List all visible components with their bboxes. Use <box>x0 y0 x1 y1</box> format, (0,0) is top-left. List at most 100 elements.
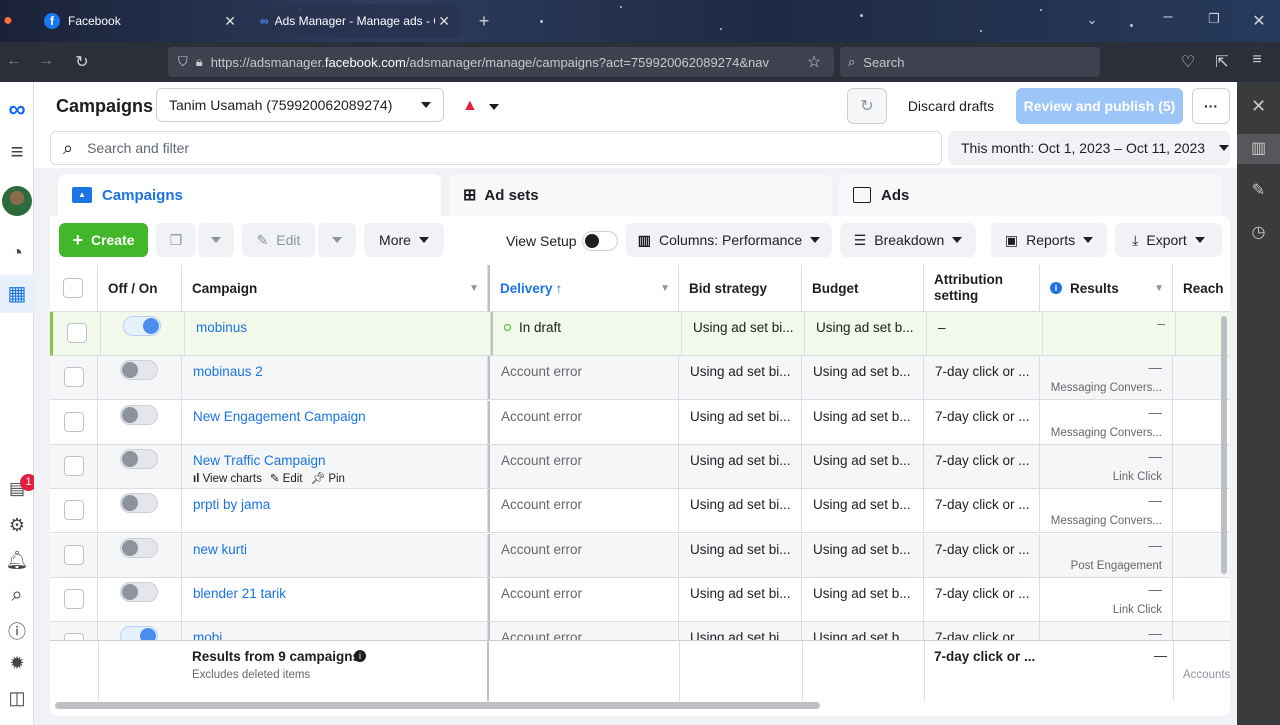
menu-icon[interactable]: ≡ <box>1245 51 1269 69</box>
table-row[interactable]: New Traffic Campaign ıl View charts ✎ Edit… <box>50 444 1230 489</box>
campaign-name-link[interactable]: blender 21 tarik <box>193 586 286 601</box>
lock-icon[interactable]: 🔒︎ <box>196 54 203 70</box>
row-checkbox[interactable] <box>64 455 84 476</box>
discard-drafts-button[interactable]: Discard drafts <box>895 88 1007 124</box>
meta-logo-icon[interactable]: ∞ <box>0 96 34 124</box>
create-button[interactable]: + Create <box>59 223 148 257</box>
chevron-down-icon[interactable]: ⌄ <box>1080 12 1104 28</box>
campaign-toggle[interactable] <box>120 626 158 640</box>
columns-button[interactable]: ▥ Columns: Performance <box>626 223 832 257</box>
header-select-all[interactable] <box>50 265 98 312</box>
tab-campaigns[interactable]: ▲ Campaigns <box>58 174 441 216</box>
minimize-icon[interactable]: – <box>1156 8 1180 26</box>
info-icon[interactable]: i <box>354 650 366 662</box>
table-row[interactable]: mobi Account error Using ad set bi... Using… <box>50 622 1230 640</box>
duplicate-button[interactable]: ❐ <box>156 223 196 257</box>
column-header-attribution[interactable]: Attribution setting <box>924 265 1040 312</box>
column-header-delivery[interactable]: Delivery ↑ ▼ <box>488 265 679 312</box>
tab-ads[interactable]: Ads <box>839 174 1222 216</box>
tab-ad-sets[interactable]: ⊞ Ad sets <box>449 174 832 216</box>
campaign-toggle[interactable] <box>120 448 158 469</box>
campaign-toggle[interactable] <box>120 360 158 381</box>
side-panel-icon[interactable]: ◫ <box>0 688 34 709</box>
settings-gear-icon[interactable]: ⚙ <box>0 515 34 536</box>
chevron-down-icon[interactable] <box>489 104 499 110</box>
pocket-icon[interactable]: ♡ <box>1176 52 1200 72</box>
table-row[interactable]: mobinaus 2 Account error Using ad set bi..… <box>50 356 1230 401</box>
extensions-icon[interactable]: ⇱ <box>1210 52 1234 72</box>
help-icon[interactable]: ⓘ <box>0 618 34 644</box>
pin-link[interactable]: Pin <box>328 473 345 485</box>
shield-icon[interactable]: ⛉ <box>178 54 188 70</box>
campaign-toggle[interactable] <box>120 581 158 602</box>
pencil-icon[interactable]: ✎ <box>1237 180 1280 200</box>
edit-link[interactable]: Edit <box>283 473 303 485</box>
column-header-campaign[interactable]: Campaign ▼ <box>182 265 488 312</box>
campaign-name-link[interactable]: new kurti <box>193 542 247 557</box>
date-range-selector[interactable]: This month: Oct 1, 2023 – Oct 11, 2023 <box>948 131 1230 165</box>
campaign-name-link[interactable]: New Traffic Campaign <box>193 453 326 468</box>
breakdown-button[interactable]: ☰ Breakdown <box>840 223 976 257</box>
refresh-button[interactable]: ↻ <box>847 88 887 124</box>
row-checkbox[interactable] <box>64 367 84 388</box>
export-button[interactable]: ⤓ Export <box>1115 223 1222 257</box>
column-header-reach[interactable]: Reach <box>1173 265 1230 312</box>
table-row[interactable]: New Engagement Campaign Account error Usin… <box>50 400 1230 445</box>
close-tab-icon[interactable]: ✕ <box>224 13 236 30</box>
row-checkbox[interactable] <box>64 544 84 565</box>
column-header-offon[interactable]: Off / On <box>98 265 182 312</box>
close-tab-icon[interactable]: ✕ <box>438 13 450 30</box>
avatar[interactable] <box>0 186 34 221</box>
column-header-results[interactable]: i Results ▼ <box>1040 265 1173 312</box>
row-checkbox[interactable] <box>64 500 84 521</box>
campaign-toggle[interactable] <box>123 316 161 336</box>
info-icon[interactable]: i <box>1050 282 1062 294</box>
campaign-name-link[interactable]: New Engagement Campaign <box>193 409 366 424</box>
search-icon[interactable]: ⌕ <box>0 584 34 607</box>
column-header-bid-strategy[interactable]: Bid strategy <box>679 265 802 312</box>
campaign-name-link[interactable]: mobinaus 2 <box>193 364 263 379</box>
select-all-checkbox[interactable] <box>63 278 83 298</box>
campaign-toggle[interactable] <box>120 493 158 514</box>
table-row[interactable]: blender 21 tarik Account error Using ad se… <box>50 577 1230 622</box>
bookmark-star-icon[interactable]: ☆ <box>802 52 826 72</box>
review-publish-button[interactable]: Review and publish (5) <box>1016 88 1183 124</box>
row-checkbox[interactable] <box>67 323 87 343</box>
sort-chevron-icon[interactable]: ▼ <box>660 283 670 294</box>
bug-report-icon[interactable]: ✹ <box>0 653 34 674</box>
close-window-icon[interactable]: ✕ <box>1247 11 1271 31</box>
reload-icon[interactable]: ↻ <box>70 52 94 72</box>
firefox-icon[interactable]: ● <box>0 12 20 30</box>
bell-icon[interactable]: 🔔︎ <box>0 550 34 571</box>
hamburger-menu-icon[interactable]: ≡ <box>0 139 34 165</box>
search-filter-input[interactable]: ⌕ Search and filter <box>50 131 942 165</box>
sort-chevron-icon[interactable]: ▼ <box>469 283 479 294</box>
horizontal-scrollbar[interactable] <box>55 702 820 709</box>
table-row[interactable]: new kurti Account error Using ad set bi...… <box>50 533 1230 578</box>
reports-button[interactable]: ▣ Reports <box>991 223 1107 257</box>
edit-button[interactable]: ✎ Edit <box>242 223 315 257</box>
tab-ads-manager[interactable]: ∞ Ads Manager - Manage ads - C ✕ <box>250 4 460 38</box>
warning-icon[interactable]: ▲ <box>462 97 478 115</box>
table-row[interactable]: prpti by jama Account error Using ad set b… <box>50 489 1230 534</box>
new-tab-icon[interactable]: + <box>472 11 496 32</box>
campaign-name-link[interactable]: mobinus <box>196 320 247 335</box>
forward-icon[interactable]: → <box>34 52 58 70</box>
more-options-button[interactable]: ··· <box>1192 88 1230 124</box>
campaign-name-link[interactable]: mobi <box>193 630 222 640</box>
sort-chevron-icon[interactable]: ▼ <box>1154 283 1164 294</box>
vertical-scrollbar[interactable] <box>1221 316 1227 574</box>
account-selector[interactable]: Tanim Usamah (759920062089274) <box>156 88 444 122</box>
campaign-toggle[interactable] <box>120 404 158 425</box>
edit-dropdown[interactable] <box>318 223 356 257</box>
more-button[interactable]: More <box>364 223 444 257</box>
column-header-budget[interactable]: Budget <box>802 265 924 312</box>
campaigns-table-icon[interactable]: ▦ <box>0 275 34 313</box>
row-checkbox[interactable] <box>64 588 84 609</box>
row-checkbox[interactable] <box>64 633 84 640</box>
tab-facebook[interactable]: f Facebook ✕ <box>34 4 246 38</box>
row-checkbox[interactable] <box>64 411 84 432</box>
table-row[interactable]: mobinus In draft Using ad set bi... Using a… <box>50 312 1230 356</box>
restore-icon[interactable]: ❐ <box>1202 11 1226 27</box>
clock-icon[interactable]: ◷ <box>1237 222 1280 242</box>
